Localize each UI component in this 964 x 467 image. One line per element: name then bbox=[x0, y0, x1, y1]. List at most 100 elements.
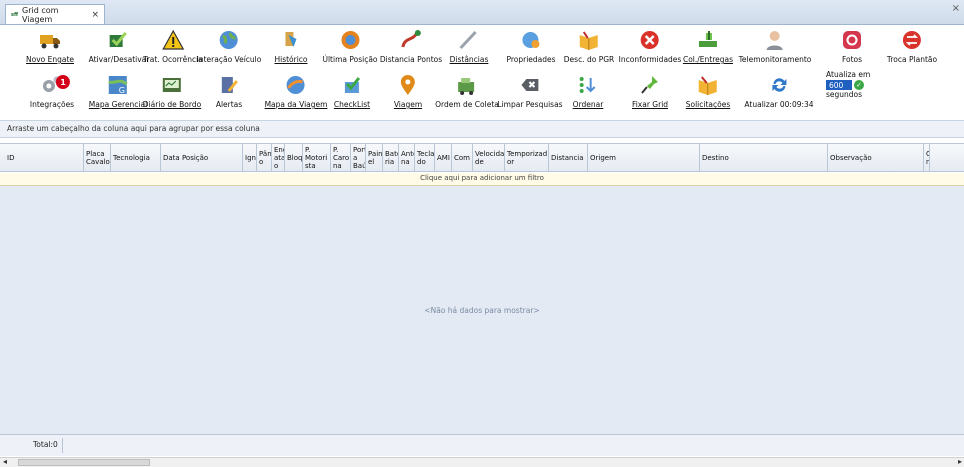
delivery-icon bbox=[696, 28, 720, 52]
integracoes-button[interactable]: 1 Integrações bbox=[30, 73, 74, 109]
telemonitoramento-button[interactable]: Telemonitoramento bbox=[739, 28, 811, 64]
column-header-bloq[interactable]: Bloq bbox=[285, 144, 303, 171]
tab-grid-com-viagem[interactable]: sff Grid com Viagem × bbox=[5, 4, 105, 24]
shift-swap-icon bbox=[900, 28, 924, 52]
footer-separator bbox=[62, 438, 63, 453]
limpar-pesquisas-button[interactable]: Limpar Pesquisas bbox=[497, 73, 563, 109]
button-label: Alertas bbox=[215, 100, 243, 109]
desc-do-pgr-button[interactable]: Desc. do PGR bbox=[564, 28, 614, 64]
column-header-temporizad-or[interactable]: Temporizad or bbox=[505, 144, 549, 171]
troca-plantao-button[interactable]: Troca Plantão bbox=[887, 28, 937, 64]
fixar-grid-button[interactable]: Fixar Grid bbox=[632, 73, 668, 109]
svg-text:G: G bbox=[119, 86, 125, 95]
person-icon bbox=[763, 28, 787, 52]
column-header-origem[interactable]: Origem bbox=[588, 144, 700, 171]
camera-icon bbox=[840, 28, 864, 52]
column-header-tecnologia[interactable]: Tecnologia bbox=[111, 144, 161, 171]
route-icon bbox=[399, 28, 423, 52]
filter-row[interactable]: Clique aqui para adicionar um filtro bbox=[0, 173, 964, 186]
map-icon: G bbox=[106, 73, 130, 97]
column-header-ante-na[interactable]: Ante na bbox=[399, 144, 415, 171]
scroll-left-icon[interactable]: ◂ bbox=[3, 457, 7, 466]
group-by-area[interactable]: Arraste um cabeçalho da coluna aqui para… bbox=[0, 120, 964, 138]
button-label: Propriedades bbox=[506, 55, 556, 64]
column-header-ami[interactable]: AMI bbox=[435, 144, 452, 171]
diario-de-bordo-button[interactable]: Diário de Bordo bbox=[143, 73, 201, 109]
clear-icon bbox=[518, 73, 542, 97]
column-header-c-n[interactable]: C n bbox=[924, 144, 930, 171]
column-header-pain-el[interactable]: Pain el bbox=[366, 144, 383, 171]
globe-icon bbox=[217, 28, 241, 52]
novo-engate-button[interactable]: Novo Engate bbox=[26, 28, 74, 64]
scroll-right-icon[interactable]: ▸ bbox=[958, 457, 962, 466]
scroll-thumb[interactable] bbox=[18, 459, 150, 466]
button-label: Mapa da Viagem bbox=[264, 100, 328, 109]
refresh-unit-label: segundos bbox=[826, 90, 863, 99]
window-close-icon[interactable]: × bbox=[952, 3, 960, 14]
column-header-p-motori-sta[interactable]: P. Motori sta bbox=[303, 144, 331, 171]
column-header-id[interactable]: ID bbox=[5, 144, 84, 171]
column-header-com[interactable]: Com bbox=[452, 144, 473, 171]
button-label: CheckList bbox=[333, 100, 371, 109]
distancias-button[interactable]: Distâncias bbox=[449, 28, 489, 64]
button-label: Ordem de Coleta bbox=[435, 100, 499, 109]
solicitacoes-button[interactable]: Solicitações bbox=[685, 73, 731, 109]
button-label: Solicitações bbox=[685, 100, 731, 109]
refresh-interval-input[interactable]: 600 bbox=[826, 80, 852, 90]
column-header-destino[interactable]: Destino bbox=[700, 144, 828, 171]
column-header-observacao[interactable]: Observação bbox=[828, 144, 924, 171]
column-header-data-posicao[interactable]: Data Posição bbox=[161, 144, 243, 171]
column-header-placa-cavalo[interactable]: Placa Cavalo bbox=[84, 144, 111, 171]
last-position-icon bbox=[338, 28, 362, 52]
history-icon bbox=[279, 28, 303, 52]
column-header-tecla-do[interactable]: Tecla do bbox=[415, 144, 435, 171]
button-label: Atualizar 00:09:34 bbox=[744, 100, 814, 109]
tab-close-icon[interactable]: × bbox=[91, 10, 99, 20]
alertas-button[interactable]: Alertas bbox=[216, 73, 242, 109]
button-label: Mapa Gerencial bbox=[88, 100, 148, 109]
ativar-desativar-button[interactable]: Ativar/Desativar bbox=[88, 28, 150, 64]
column-header-ign[interactable]: Ign bbox=[243, 144, 257, 171]
sort-icon bbox=[576, 73, 600, 97]
gears-icon: 1 bbox=[40, 73, 70, 97]
button-label: Última Posição bbox=[322, 55, 378, 64]
refresh-confirm-icon[interactable]: ✓ bbox=[854, 80, 864, 90]
fotos-button[interactable]: Fotos bbox=[840, 28, 864, 64]
atualizar-00-09-34-button[interactable]: Atualizar 00:09:34 bbox=[744, 73, 814, 109]
button-label: Distâncias bbox=[449, 55, 489, 64]
column-header-distancia[interactable]: Distancia bbox=[549, 144, 588, 171]
ultima-posicao-button[interactable]: Última Posição bbox=[322, 28, 378, 64]
column-header-bate-ria[interactable]: Bate ria bbox=[383, 144, 399, 171]
column-header-velocida-de[interactable]: Velocida de bbox=[473, 144, 505, 171]
inconformidades-button[interactable]: Inconformidades bbox=[619, 28, 681, 64]
button-label: Ordenar bbox=[572, 100, 604, 109]
historico-button[interactable]: Histórico bbox=[274, 28, 308, 64]
mapa-gerencial-button[interactable]: G Mapa Gerencial bbox=[89, 73, 147, 109]
horizontal-scrollbar[interactable]: ◂ ▸ bbox=[0, 457, 964, 467]
pushpin-icon bbox=[638, 73, 662, 97]
alert-icon bbox=[217, 73, 241, 97]
checklist-button[interactable]: CheckList bbox=[334, 73, 370, 109]
ordenar-button[interactable]: Ordenar bbox=[572, 73, 604, 109]
ruler-icon bbox=[457, 28, 481, 52]
column-header-panic-o[interactable]: Pânic o bbox=[257, 144, 272, 171]
button-label: Fixar Grid bbox=[631, 100, 669, 109]
column-header-eng-atad-o[interactable]: Eng atad o bbox=[272, 144, 285, 171]
requests-icon bbox=[696, 73, 720, 97]
button-label: Ativar/Desativar bbox=[88, 55, 150, 64]
propriedades-button[interactable]: Propriedades bbox=[506, 28, 556, 64]
refresh-interval-box: Atualiza em 600 ✓ segundos bbox=[826, 70, 876, 99]
mapa-da-viagem-button[interactable]: Mapa da Viagem bbox=[264, 73, 328, 109]
button-label: Interação Veículo bbox=[196, 55, 262, 64]
pin-icon bbox=[396, 73, 420, 97]
total-count: Total:0 bbox=[33, 440, 58, 449]
trat-ocorrencia-button[interactable]: Trat. Ocorrência bbox=[143, 28, 203, 64]
viagem-button[interactable]: Viagem bbox=[394, 73, 422, 109]
col-entregas-button[interactable]: Col./Entregas bbox=[683, 28, 733, 64]
interacao-veiculo-button[interactable]: Interação Veículo bbox=[196, 28, 262, 64]
column-header-port-a-bau[interactable]: Port a Baú bbox=[351, 144, 366, 171]
ordem-de-coleta-button[interactable]: Ordem de Coleta bbox=[435, 73, 499, 109]
column-header-p-caro-na[interactable]: P. Caro na bbox=[331, 144, 351, 171]
distancia-pontos-button[interactable]: Distancia Pontos bbox=[380, 28, 442, 64]
button-label: Novo Engate bbox=[25, 55, 75, 64]
